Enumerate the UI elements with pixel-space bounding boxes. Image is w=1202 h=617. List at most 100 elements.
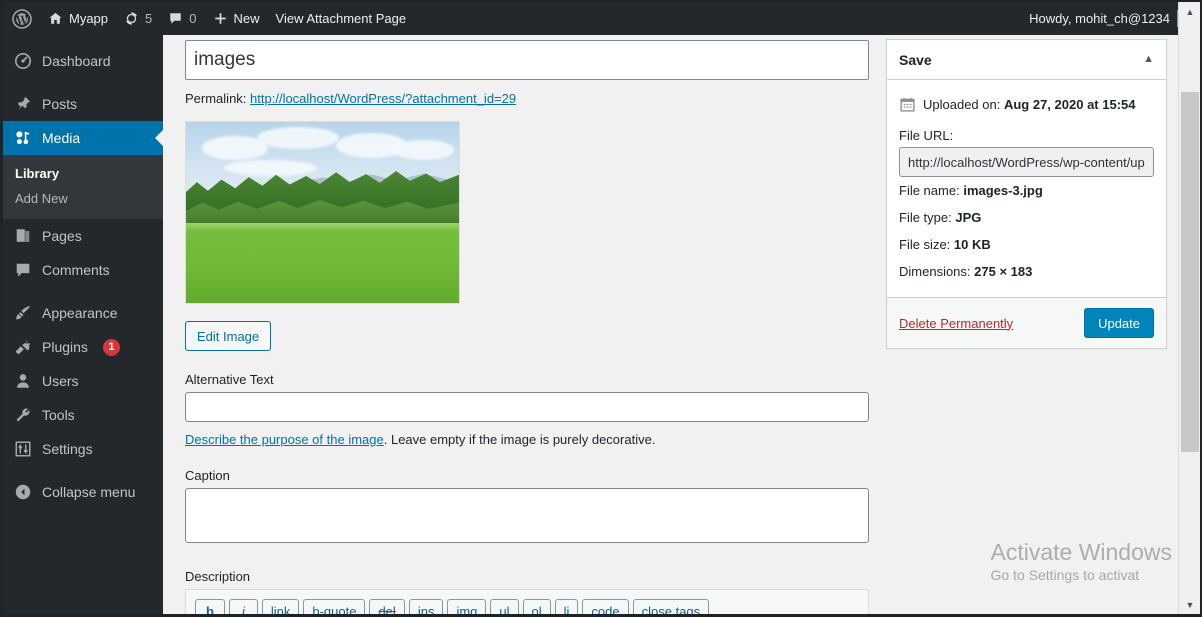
pin-icon <box>13 94 33 114</box>
view-attachment-page-label: View Attachment Page <box>275 11 407 26</box>
quicktag-i-button[interactable]: i <box>228 599 258 614</box>
file-type-row: File type: JPG <box>899 204 1154 231</box>
quicktag-img-button[interactable]: img <box>447 599 487 614</box>
calendar-icon <box>899 96 916 113</box>
quicktag-b-button[interactable]: b <box>195 599 225 614</box>
sidebar-item-label: Tools <box>42 407 75 423</box>
attachment-thumbnail[interactable] <box>185 121 460 304</box>
updates-count: 5 <box>145 11 153 26</box>
sidebar-item-label: Plugins <box>42 339 88 355</box>
sidebar-item-tools[interactable]: Tools <box>3 398 163 432</box>
sidebar-item-plugins[interactable]: Plugins 1 <box>3 330 163 364</box>
sidebar-item-media[interactable]: Media <box>3 121 163 155</box>
admin-sidebar-menu: Dashboard Posts Media Library Add New Pa… <box>3 35 163 614</box>
quicktag-close-tags-button[interactable]: close tags <box>632 599 710 614</box>
alt-text-input[interactable] <box>185 392 869 422</box>
update-button-wrap: Update <box>1084 308 1154 338</box>
scrollbar-thumb[interactable] <box>1181 92 1199 452</box>
sidebar-item-dashboard[interactable]: Dashboard <box>3 44 163 78</box>
sidebar-item-add-new-media[interactable]: Add New <box>3 186 163 211</box>
main-column: Permalink: http://localhost/WordPress/?a… <box>185 40 869 614</box>
sidebar-item-pages[interactable]: Pages <box>3 219 163 253</box>
file-url-input[interactable] <box>899 147 1154 177</box>
file-size-label: File size: <box>899 237 951 252</box>
sidebar-item-library[interactable]: Library <box>3 161 163 186</box>
file-name-value: images-3.jpg <box>963 183 1043 198</box>
account-menu[interactable]: Howdy, mohit_ch@1234 <box>1029 10 1200 27</box>
quicktag-ul-button[interactable]: ul <box>490 599 519 614</box>
collapse-arrow-icon <box>13 482 33 502</box>
save-postbox: Save ▲ Uploaded on: Aug 27, 2020 at 15:5… <box>886 39 1167 349</box>
quicktag-b-quote-button[interactable]: b-quote <box>303 599 366 614</box>
attachment-edit-page: Permalink: http://localhost/WordPress/?a… <box>163 35 1175 614</box>
save-postbox-header[interactable]: Save ▲ <box>887 40 1166 80</box>
settings-sliders-icon <box>13 439 33 459</box>
describe-purpose-link[interactable]: Describe the purpose of the image <box>185 432 384 447</box>
sidebar-item-label: Posts <box>42 96 78 112</box>
quicktag-link-button[interactable]: link <box>261 599 300 614</box>
sidebar-item-label: Settings <box>42 441 93 457</box>
menu-spacer-3 <box>3 466 163 475</box>
comments-button[interactable]: 0 <box>160 2 204 35</box>
comment-bubble-icon <box>168 11 183 26</box>
file-url-label: File URL: <box>899 128 954 143</box>
browser-window: Myapp 5 0 New View Attachment Page Howdy… <box>0 0 1202 617</box>
caption-textarea[interactable] <box>185 488 869 543</box>
save-postbox-body: Uploaded on: Aug 27, 2020 at 15:54 File … <box>887 80 1166 297</box>
users-icon <box>13 371 33 391</box>
file-type-label: File type: <box>899 210 952 225</box>
updates-button[interactable]: 5 <box>116 2 160 35</box>
permalink-label: Permalink: <box>185 91 247 106</box>
edit-image-wrap: Edit Image <box>185 321 869 351</box>
chevron-up-icon[interactable]: ▲ <box>1143 54 1154 65</box>
new-content-label: New <box>233 11 260 26</box>
file-name-label: File name: <box>899 183 960 198</box>
alt-text-helper-rest: . Leave empty if the image is purely dec… <box>383 432 656 447</box>
wordpress-logo-button[interactable] <box>3 2 40 35</box>
plugins-update-badge: 1 <box>102 338 120 356</box>
quicktag-code-button[interactable]: code <box>582 599 629 614</box>
edit-image-button[interactable]: Edit Image <box>185 321 272 351</box>
menu-spacer-top <box>3 35 163 44</box>
quicktag-ol-button[interactable]: ol <box>522 599 551 614</box>
quicktag-ins-button[interactable]: ins <box>408 599 444 614</box>
alt-text-label: Alternative Text <box>185 372 274 387</box>
dashboard-icon <box>13 51 33 71</box>
sidebar-item-collapse-menu[interactable]: Collapse menu <box>3 475 163 509</box>
scroll-up-arrow-icon[interactable]: ▲ <box>1179 2 1200 21</box>
uploaded-on-value: Aug 27, 2020 at 15:54 <box>1003 97 1136 112</box>
delete-permanently-link[interactable]: Delete Permanently <box>899 316 1013 331</box>
page-scrollbar[interactable]: ▲ ▼ <box>1178 2 1200 614</box>
sidebar-item-label: Appearance <box>42 305 118 321</box>
uploaded-on-row: Uploaded on: Aug 27, 2020 at 15:54 <box>899 90 1154 119</box>
quicktags-toolbar: b i link b-quote del ins img ul ol li co… <box>195 599 860 614</box>
update-button[interactable]: Update <box>1084 308 1154 338</box>
sidebar-item-appearance[interactable]: Appearance <box>3 296 163 330</box>
sidebar-item-users[interactable]: Users <box>3 364 163 398</box>
thumbnail-grass-field <box>186 223 459 303</box>
menu-spacer-1 <box>3 78 163 87</box>
sidebar-item-comments[interactable]: Comments <box>3 253 163 287</box>
permalink-url-link[interactable]: http://localhost/WordPress/?attachment_i… <box>250 91 516 106</box>
file-size-row: File size: 10 KB <box>899 231 1154 258</box>
sidebar-item-settings[interactable]: Settings <box>3 432 163 466</box>
site-name-button[interactable]: Myapp <box>40 2 116 35</box>
quicktag-del-button[interactable]: del <box>369 599 405 614</box>
save-postbox-footer: Delete Permanently Update <box>887 297 1166 348</box>
pages-icon <box>13 226 33 246</box>
home-icon <box>48 11 63 26</box>
new-content-button[interactable]: New <box>205 2 268 35</box>
attachment-title-input[interactable] <box>185 40 869 80</box>
scroll-down-arrow-icon[interactable]: ▼ <box>1179 595 1200 614</box>
updates-icon <box>124 11 139 26</box>
side-column: Save ▲ Uploaded on: Aug 27, 2020 at 15:5… <box>886 39 1167 349</box>
comments-icon <box>13 260 33 280</box>
file-type-value: JPG <box>955 210 982 225</box>
sidebar-item-posts[interactable]: Posts <box>3 87 163 121</box>
tools-wrench-icon <box>13 405 33 425</box>
alt-text-helper: Describe the purpose of the image. Leave… <box>185 432 869 447</box>
view-attachment-page-link[interactable]: View Attachment Page <box>268 2 415 35</box>
quicktag-li-button[interactable]: li <box>554 599 579 614</box>
dimensions-label: Dimensions: <box>899 264 971 279</box>
sidebar-item-label: Pages <box>42 228 82 244</box>
